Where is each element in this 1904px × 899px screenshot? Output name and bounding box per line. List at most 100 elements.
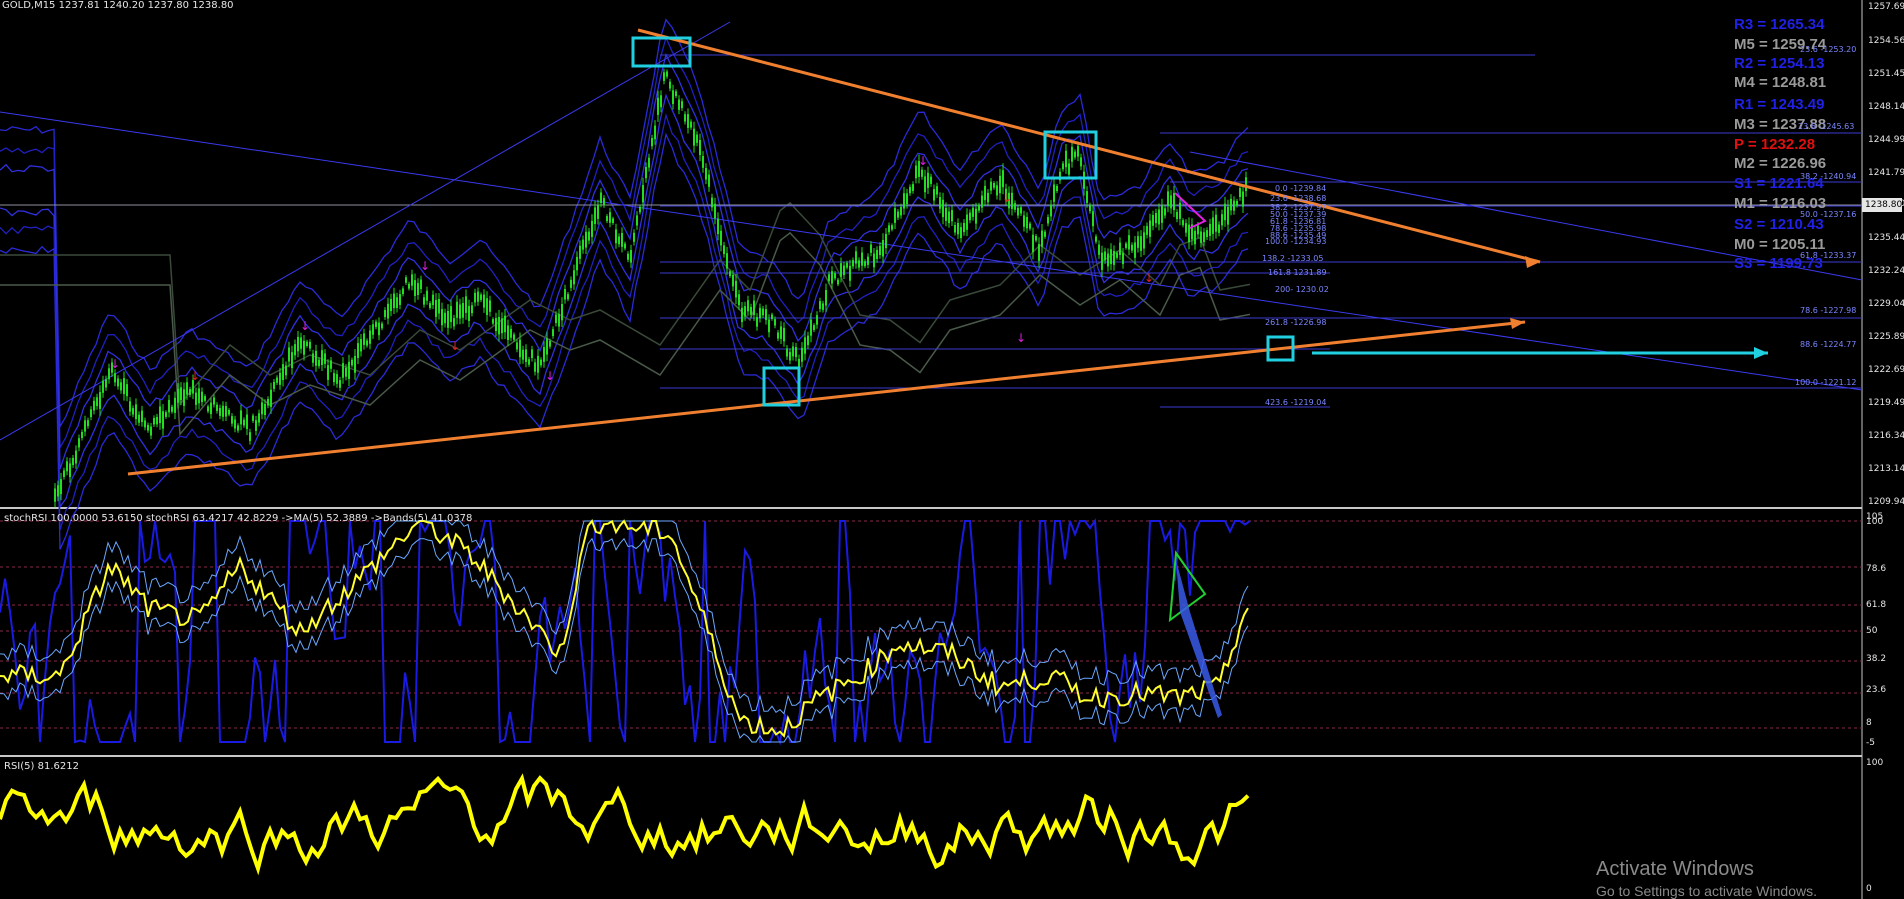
candle-body: [1020, 207, 1022, 214]
stoch-rsi-pane[interactable]: [0, 518, 1862, 746]
candle-body: [903, 193, 905, 209]
candle-body: [126, 384, 128, 397]
candle-body: [1047, 217, 1049, 224]
candle-body: [504, 315, 506, 333]
candle-body: [1182, 220, 1184, 226]
candle-body: [780, 326, 782, 339]
rsi-pane[interactable]: [0, 773, 1250, 876]
candle-body: [636, 215, 638, 226]
candle-body: [225, 406, 227, 417]
candle-body: [693, 128, 695, 146]
candle-body: [459, 304, 461, 319]
candle-body: [267, 398, 269, 406]
candle-body: [1113, 251, 1115, 265]
candle-body: [321, 350, 323, 365]
candle-body: [129, 401, 131, 412]
candle-body: [1074, 151, 1076, 158]
candle-body: [606, 216, 608, 222]
candle-body: [906, 193, 908, 205]
candle-body: [729, 271, 731, 276]
candle-body: [738, 294, 740, 306]
candle-body: [873, 253, 875, 268]
trading-chart[interactable]: ↓ ↓ ↓ ↓ ↓ ↓ ↓ ↓ ↓ ↓: [0, 0, 1904, 899]
candle-body: [144, 420, 146, 428]
candle-body: [642, 185, 644, 203]
candle-body: [966, 214, 968, 230]
candle-body: [975, 208, 977, 224]
candle-body: [1155, 213, 1157, 224]
fractal-arrow: ↓: [1016, 331, 1026, 345]
candle-body: [75, 450, 77, 464]
candle-body: [1086, 191, 1088, 203]
candle-body: [429, 303, 431, 308]
candle-body: [273, 381, 275, 389]
candle-body: [294, 344, 296, 356]
candle-body: [435, 300, 437, 317]
candle-body: [555, 314, 557, 323]
candle-body: [222, 405, 224, 417]
candle-body: [1077, 145, 1079, 157]
fib-level-label: 100.0 -1221.12: [1795, 378, 1857, 387]
candle-body: [909, 186, 911, 194]
candle-body: [456, 301, 458, 318]
candle-body: [279, 372, 281, 385]
candle-body: [183, 389, 185, 406]
candle-body: [390, 298, 392, 312]
main-price-pane[interactable]: ↓ ↓ ↓ ↓ ↓ ↓ ↓ ↓ ↓ ↓: [0, 18, 1863, 550]
candle-body: [1110, 249, 1112, 265]
stoch-axis-label: 38.2: [1866, 654, 1887, 664]
swing-low-box[interactable]: [762, 366, 801, 407]
candle-body: [591, 220, 593, 237]
candle-body: [1029, 223, 1031, 229]
candle-body: [1203, 232, 1205, 243]
fib-level-label: 261.8 -1226.98: [1265, 318, 1327, 327]
candle-body: [861, 252, 863, 266]
candle-body: [156, 416, 158, 425]
candle-body: [270, 389, 272, 407]
candle-body: [147, 424, 149, 431]
stoch-level-lines: [0, 520, 1862, 729]
candle-body: [600, 192, 602, 203]
fractal-arrow: ↓: [918, 154, 928, 168]
candle-body: [630, 250, 632, 263]
candle-body: [750, 306, 752, 315]
candle-body: [1125, 243, 1127, 248]
candle-body: [1131, 244, 1133, 251]
candle-body: [852, 260, 854, 267]
main-pane-header: GOLD,M15 1237.81 1240.20 1237.80 1238.80: [2, 0, 234, 11]
candle-body: [744, 306, 746, 317]
candle-body: [420, 279, 422, 290]
candle-body: [348, 361, 350, 379]
candle-body: [300, 337, 302, 349]
candle-body: [627, 253, 629, 260]
candle-body: [561, 304, 563, 321]
candle-body: [957, 223, 959, 235]
candle-body: [1023, 215, 1025, 227]
stoch-axis-label: 78.6: [1866, 564, 1887, 574]
candle-body: [870, 244, 872, 253]
candle-body: [81, 432, 83, 438]
candle-body: [783, 327, 785, 342]
candle-body: [837, 279, 839, 285]
candle-body: [786, 348, 788, 357]
candle-body: [633, 232, 635, 242]
rsi-axis-label: 100: [1866, 758, 1884, 768]
candle-body: [1221, 214, 1223, 226]
candle-body: [510, 328, 512, 338]
candle-body: [594, 207, 596, 224]
activation-watermark-title: Activate Windows: [1596, 858, 1754, 880]
candle-body: [141, 410, 143, 422]
candle-body: [345, 367, 347, 377]
candle-body: [180, 387, 182, 400]
candle-body: [132, 408, 134, 415]
candle-body: [162, 411, 164, 429]
candle-body: [876, 249, 878, 259]
candle-body: [927, 172, 929, 188]
envelope-bands: [0, 18, 1251, 550]
candle-body: [150, 426, 152, 436]
candle-body: [1107, 253, 1109, 267]
pivot-label: P = 1232.28: [1734, 136, 1816, 153]
band-line: [0, 132, 1249, 550]
candle-body: [1035, 235, 1037, 241]
candle-body: [1236, 200, 1238, 206]
